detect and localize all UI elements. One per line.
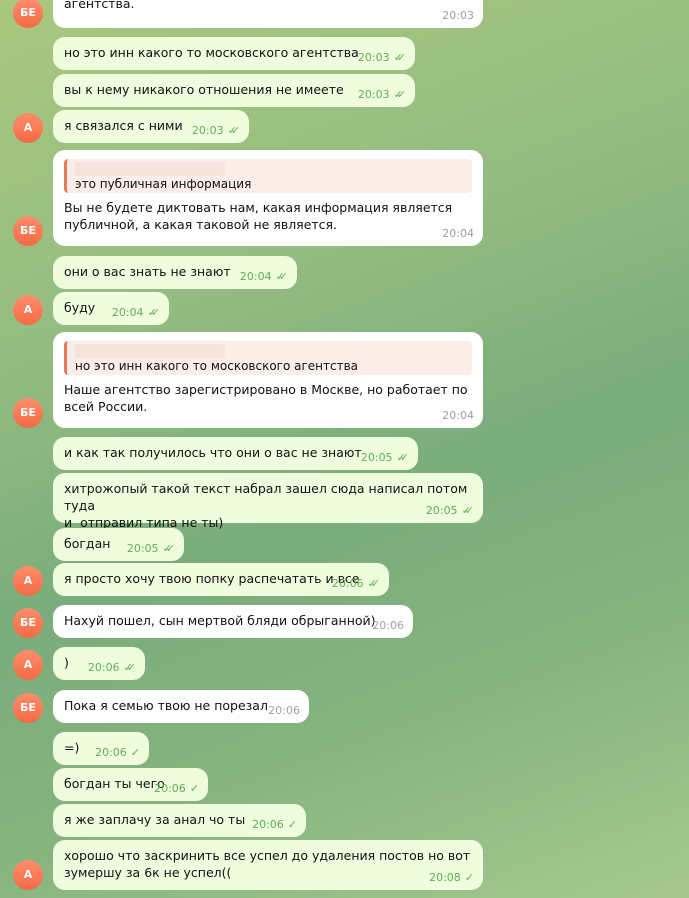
sender-avatar[interactable]: БЕ — [13, 216, 43, 246]
message-meta: 20:06 ✓ — [252, 818, 297, 832]
message-meta: 20:04 ✓✓ — [240, 270, 288, 284]
message-meta: 20:06 ✓ — [95, 746, 140, 760]
message-bubble[interactable]: они о вас знать не знают 20:04 ✓✓ — [53, 256, 297, 289]
message-time: 20:03 — [357, 51, 390, 64]
double-check-icon: ✓✓ — [275, 270, 289, 283]
message-meta: 20:06 ✓✓ — [88, 661, 136, 675]
reply-text: это публичная информация — [75, 177, 252, 191]
message-meta: 20:06 ✓ — [154, 782, 199, 796]
sender-avatar[interactable]: А — [13, 113, 43, 143]
double-check-icon: ✓✓ — [393, 51, 407, 64]
check-icon: ✓ — [287, 818, 297, 831]
message-time: 20:06 — [268, 704, 300, 717]
message-time: 20:06 — [95, 746, 127, 759]
message-time: 20:03 — [357, 88, 390, 101]
double-check-icon: ✓✓ — [367, 577, 381, 590]
message-bubble[interactable]: но это инн какого то московского агентст… — [53, 37, 415, 70]
double-check-icon: ✓✓ — [396, 451, 410, 464]
reply-author-placeholder — [75, 344, 225, 358]
message-bubble[interactable]: Нахуй пошел, сын мертвой бляди обрыганно… — [53, 605, 413, 638]
message-time: 20:06 — [252, 818, 284, 831]
message-time: 20:04 — [239, 270, 272, 283]
message-text: хитрожопый такой текст набрал зашел сюда… — [64, 481, 468, 530]
sender-avatar[interactable]: А — [13, 566, 43, 596]
message-bubble[interactable]: и как так получилось что они о вас не зн… — [53, 437, 418, 470]
sender-avatar[interactable]: БЕ — [13, 693, 43, 723]
message-text: и как так получилось что они о вас не зн… — [64, 445, 362, 460]
message-meta: 20:03 ✓✓ — [358, 88, 406, 102]
check-icon: ✓ — [464, 871, 474, 884]
message-bubble[interactable]: я связался с ними 20:03 ✓✓ — [53, 110, 249, 143]
sender-avatar[interactable]: БЕ — [13, 0, 43, 28]
double-check-icon: ✓✓ — [227, 124, 241, 137]
chat-message-list[interactable]: агентства. 20:03 БЕ но это инн какого то мо… — [0, 0, 689, 898]
message-bubble[interactable]: я просто хочу твою попку распечатать и в… — [53, 563, 389, 596]
double-check-icon: ✓✓ — [147, 306, 161, 319]
message-bubble[interactable]: я же заплачу за анал чо ты 20:06 ✓ — [53, 804, 306, 837]
sender-avatar[interactable]: А — [13, 295, 43, 325]
message-text: агентства. — [64, 0, 135, 11]
message-bubble[interactable]: Пока я семью твою не порезал 20:06 — [53, 690, 309, 723]
message-meta: 20:03 — [442, 9, 474, 23]
message-bubble[interactable]: агентства. 20:03 — [53, 0, 483, 28]
message-bubble[interactable]: богдан 20:05 ✓✓ — [53, 528, 184, 561]
message-bubble[interactable]: вы к нему никакого отношения не имеете 20… — [53, 74, 415, 107]
sender-avatar[interactable]: БЕ — [13, 608, 43, 638]
message-text: вы к нему никакого отношения не имеете — [64, 82, 344, 97]
message-time: 20:05 — [126, 542, 159, 555]
message-text: Нахуй пошел, сын мертвой бляди обрыганно… — [64, 613, 376, 628]
message-text: хорошо что заскринить все успел до удале… — [64, 848, 471, 880]
message-time: 20:05 — [360, 451, 393, 464]
message-meta: 20:04 — [442, 227, 474, 241]
message-text: Наше агентство зарегистрировано в Москве… — [64, 382, 468, 414]
double-check-icon: ✓✓ — [393, 88, 407, 101]
message-bubble[interactable]: =) 20:06 ✓ — [53, 732, 149, 765]
message-time: 20:06 — [87, 661, 120, 674]
message-meta: 20:06 — [268, 704, 300, 718]
message-meta: 20:05 ✓✓ — [426, 504, 474, 518]
sender-avatar[interactable]: БЕ — [13, 398, 43, 428]
sender-avatar[interactable]: А — [13, 860, 43, 890]
message-bubble[interactable]: хорошо что заскринить все успел до удале… — [53, 840, 483, 890]
message-meta: 20:05 ✓✓ — [361, 451, 409, 465]
message-meta: 20:05 ✓✓ — [127, 542, 175, 556]
message-bubble[interactable]: богдан ты чего 20:06 ✓ — [53, 768, 208, 801]
message-text: Пока я семью твою не порезал — [64, 698, 268, 713]
reply-quote[interactable]: это публичная информация — [64, 159, 472, 193]
message-time: 20:04 — [442, 227, 474, 240]
message-meta: 20:06 — [372, 619, 404, 633]
double-check-icon: ✓✓ — [461, 504, 475, 517]
sender-avatar[interactable]: А — [13, 650, 43, 680]
message-time: 20:06 — [331, 577, 364, 590]
double-check-icon: ✓✓ — [162, 542, 176, 555]
message-bubble[interactable]: буду 20:04 ✓✓ — [53, 292, 169, 325]
message-meta: 20:06 ✓✓ — [332, 577, 380, 591]
reply-text: но это инн какого то московского агентст… — [75, 359, 359, 373]
message-meta: 20:04 ✓✓ — [112, 306, 160, 320]
reply-author-placeholder — [75, 162, 225, 176]
message-time: 20:03 — [442, 9, 474, 22]
message-time: 20:05 — [425, 504, 458, 517]
message-time: 20:03 — [191, 124, 224, 137]
message-time: 20:06 — [154, 782, 186, 795]
message-meta: 20:03 ✓✓ — [358, 51, 406, 65]
message-bubble[interactable]: ) 20:06 ✓✓ — [53, 647, 145, 680]
message-time: 20:08 — [429, 871, 461, 884]
double-check-icon: ✓✓ — [123, 661, 137, 674]
message-bubble[interactable]: хитрожопый такой текст набрал зашел сюда… — [53, 473, 483, 530]
message-text: Вы не будете диктовать нам, какая информ… — [64, 200, 453, 232]
message-time: 20:04 — [442, 409, 474, 422]
message-meta: 20:03 ✓✓ — [192, 124, 240, 138]
message-time: 20:04 — [111, 306, 144, 319]
check-icon: ✓ — [130, 746, 140, 759]
message-time: 20:06 — [372, 619, 404, 632]
message-meta: 20:08 ✓ — [429, 871, 474, 885]
message-meta: 20:04 — [442, 409, 474, 423]
message-bubble[interactable]: но это инн какого то московского агентст… — [53, 332, 483, 428]
message-bubble[interactable]: это публичная информация Вы не будете дик… — [53, 150, 483, 246]
reply-quote[interactable]: но это инн какого то московского агентст… — [64, 341, 472, 375]
check-icon: ✓ — [189, 782, 199, 795]
message-text: но это инн какого то московского агентст… — [64, 45, 359, 60]
